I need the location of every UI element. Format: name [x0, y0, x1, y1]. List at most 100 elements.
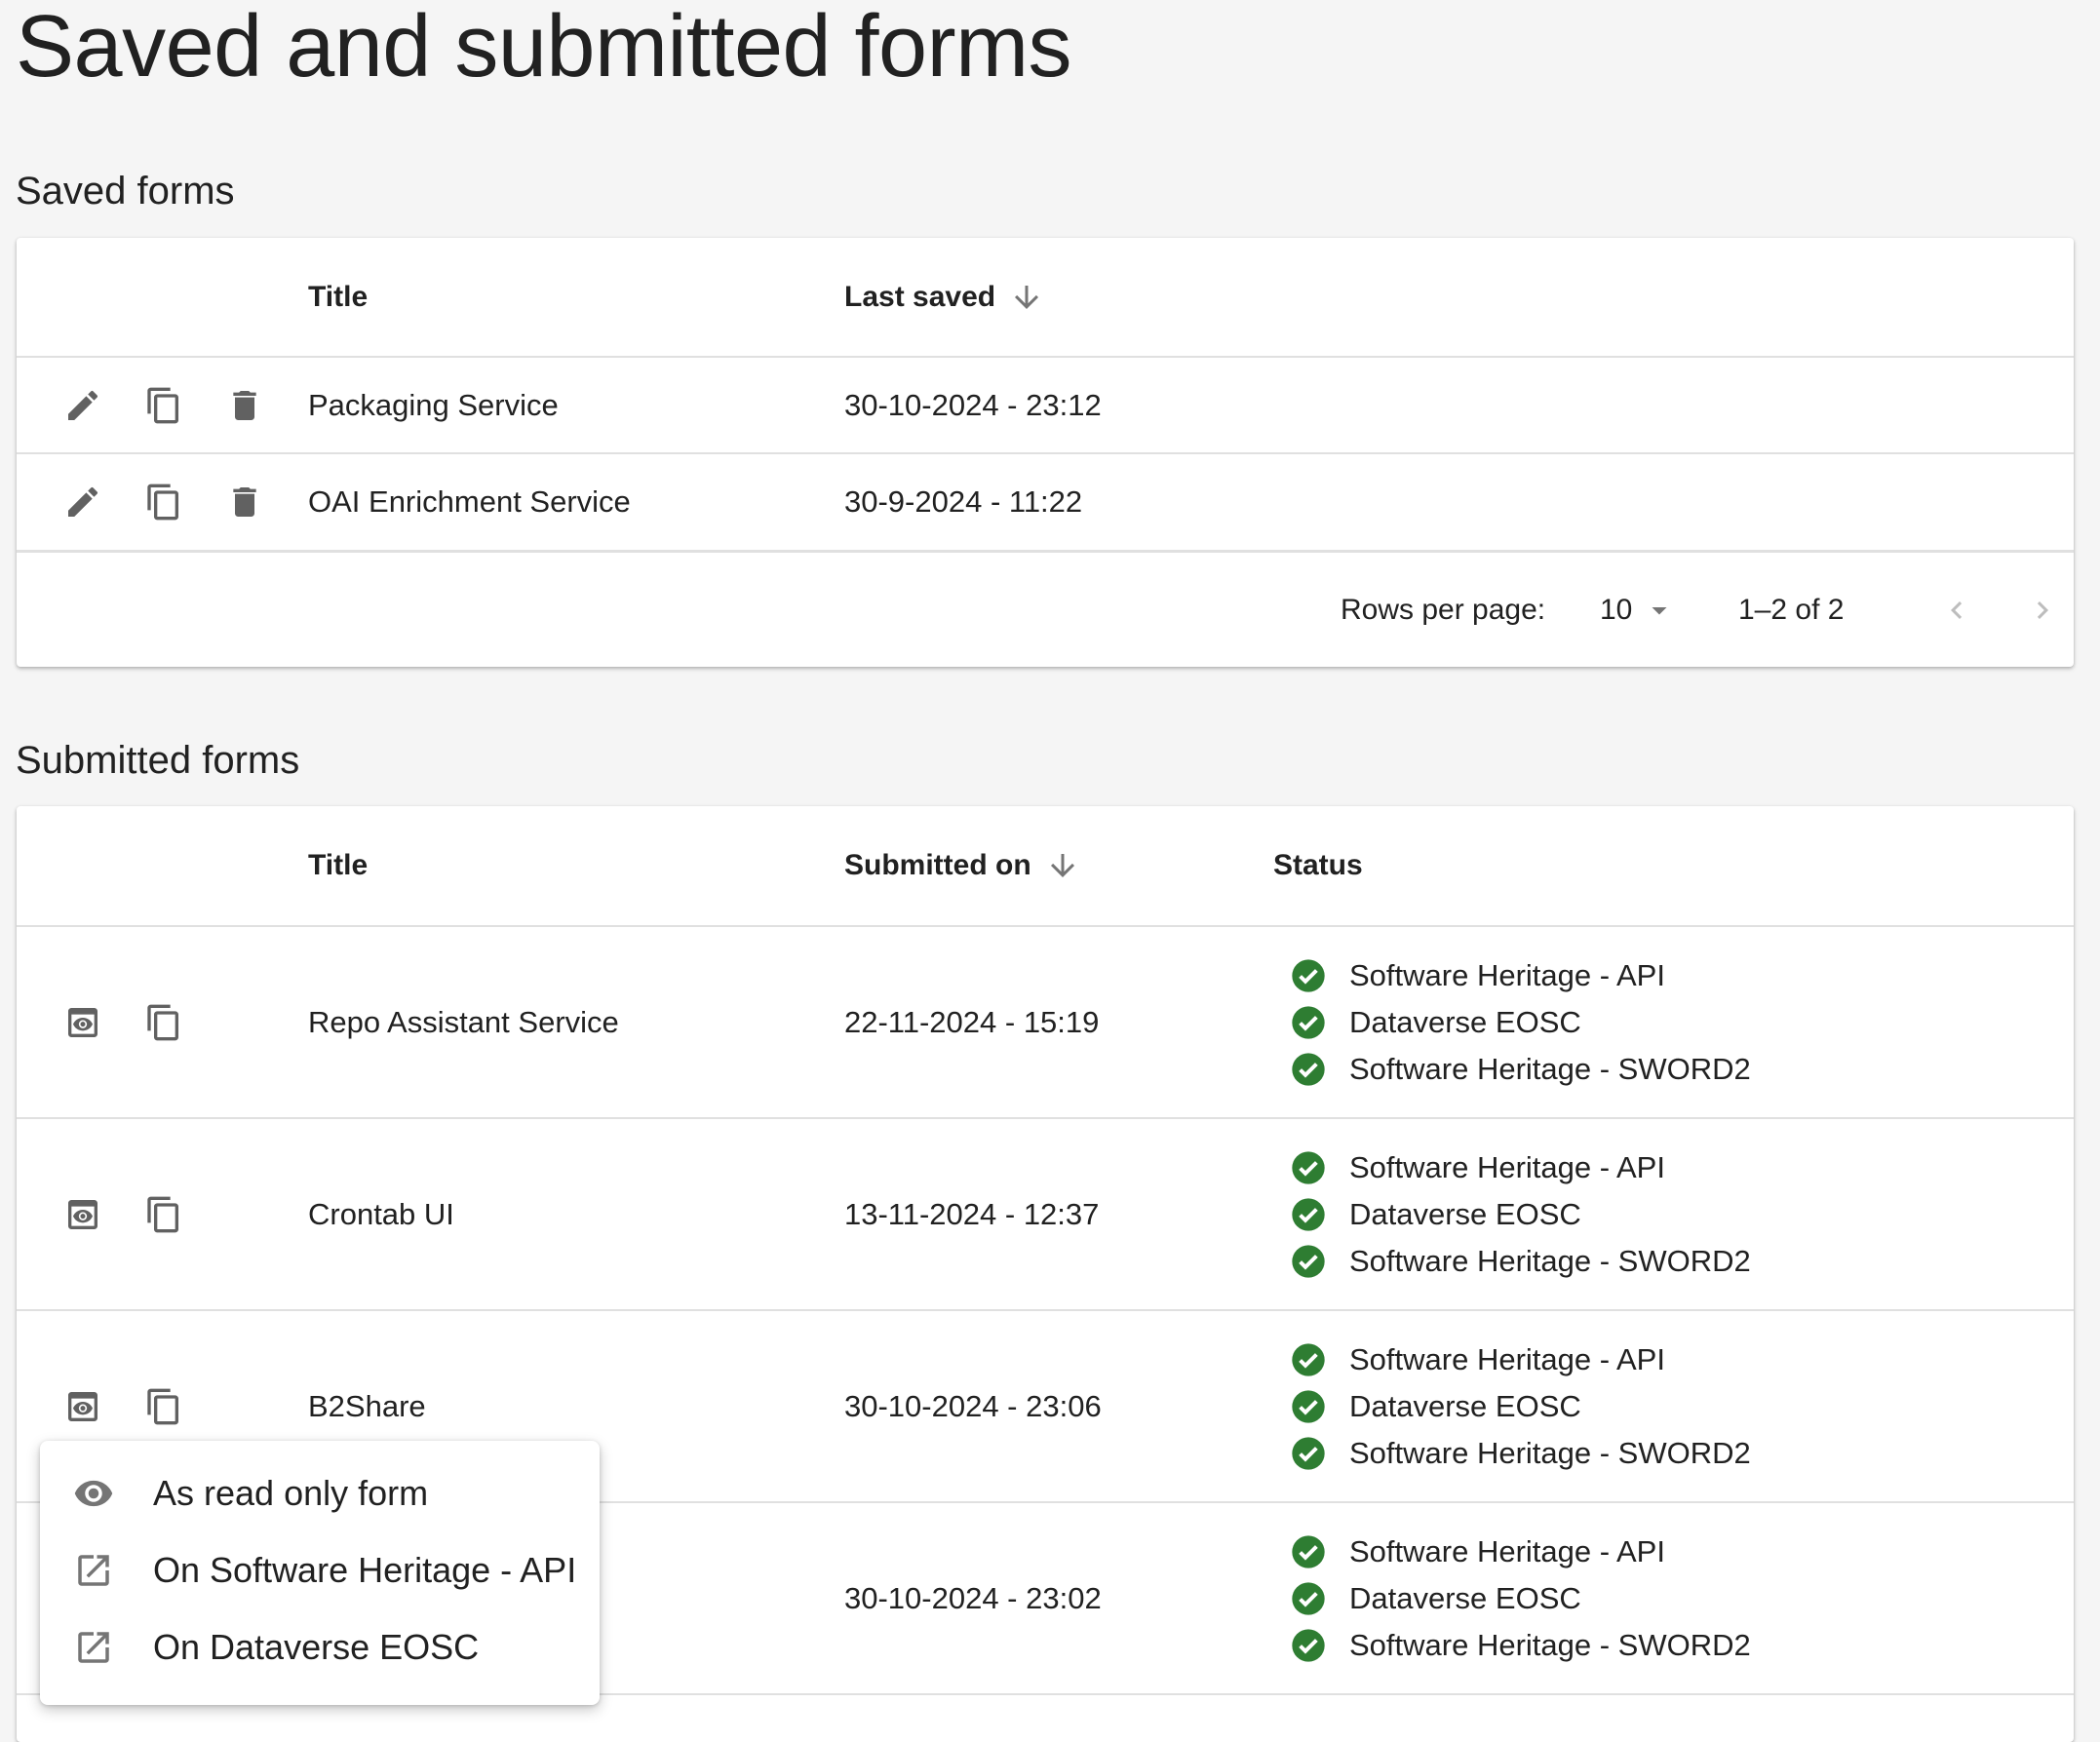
status-label: Dataverse EOSC	[1349, 1388, 1581, 1423]
copy-icon	[147, 484, 178, 521]
duplicate-button[interactable]	[136, 995, 191, 1050]
check-circle-icon	[1292, 1052, 1325, 1086]
check-circle-icon	[1292, 1628, 1325, 1662]
edit-button[interactable]	[56, 378, 110, 433]
check-circle-icon	[1292, 1389, 1325, 1423]
copy-icon	[147, 1004, 178, 1040]
status-item: Dataverse EOSC	[1289, 1191, 1751, 1238]
preview-icon	[68, 1199, 97, 1229]
menu-item-dataverse-eosc[interactable]: On Dataverse EOSC	[40, 1608, 600, 1685]
status-label: Software Heritage - API	[1349, 1149, 1665, 1184]
duplicate-button[interactable]	[136, 475, 191, 529]
form-title: Packaging Service	[308, 387, 559, 422]
column-header-title[interactable]: Title	[308, 806, 368, 925]
column-header-status: Status	[1273, 849, 1363, 881]
rows-per-page-label: Rows per page:	[1341, 594, 1546, 626]
table-row: Packaging Service 30-10-2024 - 23:12	[17, 358, 2074, 454]
status-label: Dataverse EOSC	[1349, 1004, 1581, 1039]
open-in-new-icon	[78, 1631, 109, 1663]
delete-button[interactable]	[217, 475, 272, 529]
form-title: Repo Assistant Service	[308, 1004, 619, 1039]
trash-icon	[233, 390, 256, 420]
pagination-range: 1–2 of 2	[1738, 594, 1845, 626]
submitted-date: 30-10-2024 - 23:02	[844, 1580, 1102, 1615]
table-row: Crontab UI 13-11-2024 - 12:37 Software H…	[17, 1119, 2074, 1311]
saved-forms-heading: Saved forms	[16, 170, 235, 213]
open-in-new-icon	[78, 1554, 109, 1586]
table-row: Repo Assistant Service 22-11-2024 - 15:1…	[17, 927, 2074, 1119]
view-button[interactable]	[56, 995, 110, 1050]
submitted-date: 30-10-2024 - 23:06	[844, 1388, 1102, 1423]
status-item: Software Heritage - SWORD2	[1289, 1046, 1751, 1093]
eye-icon	[74, 1480, 113, 1506]
status-item: Software Heritage - API	[1289, 1336, 1751, 1383]
duplicate-button[interactable]	[136, 1379, 191, 1434]
duplicate-button[interactable]	[136, 378, 191, 433]
next-page-button[interactable]	[2025, 554, 2060, 667]
table-header: Title Submitted on Status	[17, 806, 2074, 927]
submitted-forms-heading: Submitted forms	[16, 739, 300, 782]
previous-page-button[interactable]	[1939, 554, 1974, 667]
delete-button[interactable]	[217, 378, 272, 433]
pencil-icon	[68, 390, 98, 420]
menu-item-software-heritage-api[interactable]: On Software Heritage - API	[40, 1531, 600, 1608]
status-item: Dataverse EOSC	[1289, 1383, 1751, 1430]
check-circle-icon	[1292, 1342, 1325, 1376]
table-row: OAI Enrichment Service 30-9-2024 - 11:22	[17, 454, 2074, 553]
chevron-left-icon	[1951, 601, 1963, 619]
copy-icon	[147, 1388, 178, 1424]
status-label: Software Heritage - SWORD2	[1349, 1243, 1751, 1278]
check-circle-icon	[1292, 958, 1325, 992]
status-item: Dataverse EOSC	[1289, 999, 1751, 1046]
saved-forms-table: Title Last saved Packaging Service 30-10…	[17, 238, 2074, 667]
copy-icon	[147, 1196, 178, 1232]
pagination: Rows per page: 10 1–2 of 2	[17, 554, 2074, 667]
rows-per-page-select[interactable]: 10	[1600, 554, 1677, 667]
edit-button[interactable]	[56, 475, 110, 529]
menu-item-label: As read only form	[153, 1472, 429, 1513]
submitted-date: 13-11-2024 - 12:37	[844, 1196, 1100, 1231]
menu-item-label: On Software Heritage - API	[153, 1549, 577, 1590]
check-circle-icon	[1292, 1150, 1325, 1184]
check-circle-icon	[1292, 1005, 1325, 1039]
status-list: Software Heritage - API Dataverse EOSC S…	[1289, 1503, 1751, 1693]
status-label: Software Heritage - API	[1349, 1341, 1665, 1376]
view-button[interactable]	[56, 1379, 110, 1434]
status-label: Software Heritage - API	[1349, 957, 1665, 992]
menu-item-read-only[interactable]: As read only form	[40, 1454, 600, 1531]
chevron-right-icon	[2037, 601, 2048, 619]
check-circle-icon	[1292, 1244, 1325, 1278]
column-header-label: Last saved	[844, 280, 996, 313]
status-item: Software Heritage - API	[1289, 1144, 1751, 1191]
status-label: Software Heritage - API	[1349, 1533, 1665, 1568]
view-options-menu: As read only form On Software Heritage -…	[40, 1441, 600, 1705]
status-item: Dataverse EOSC	[1289, 1575, 1751, 1622]
rows-per-page-value: 10	[1600, 594, 1633, 626]
status-item: Software Heritage - API	[1289, 1529, 1751, 1575]
column-header-title[interactable]: Title	[308, 238, 368, 356]
check-circle-icon	[1292, 1197, 1325, 1231]
status-list: Software Heritage - API Dataverse EOSC S…	[1289, 1311, 1751, 1501]
page-title: Saved and submitted forms	[16, 0, 1072, 96]
form-title: Crontab UI	[308, 1196, 454, 1231]
status-label: Dataverse EOSC	[1349, 1196, 1581, 1231]
check-circle-icon	[1292, 1534, 1325, 1568]
preview-icon	[68, 1391, 97, 1421]
check-circle-icon	[1292, 1581, 1325, 1615]
status-item: Software Heritage - SWORD2	[1289, 1622, 1751, 1669]
form-title: OAI Enrichment Service	[308, 484, 631, 519]
pencil-icon	[68, 486, 98, 517]
status-item: Software Heritage - SWORD2	[1289, 1430, 1751, 1477]
trash-icon	[233, 487, 256, 517]
column-header-submitted-on[interactable]: Submitted on	[844, 806, 1080, 925]
status-label: Software Heritage - SWORD2	[1349, 1435, 1751, 1470]
column-header-last-saved[interactable]: Last saved	[844, 238, 1044, 356]
arrow-down-icon	[1015, 285, 1039, 309]
last-saved-date: 30-9-2024 - 11:22	[844, 484, 1083, 519]
duplicate-button[interactable]	[136, 1187, 191, 1242]
view-button[interactable]	[56, 1187, 110, 1242]
caret-down-icon	[1652, 607, 1667, 615]
submitted-date: 22-11-2024 - 15:19	[844, 1004, 1100, 1039]
copy-icon	[147, 387, 178, 423]
last-saved-date: 30-10-2024 - 23:12	[844, 387, 1102, 422]
